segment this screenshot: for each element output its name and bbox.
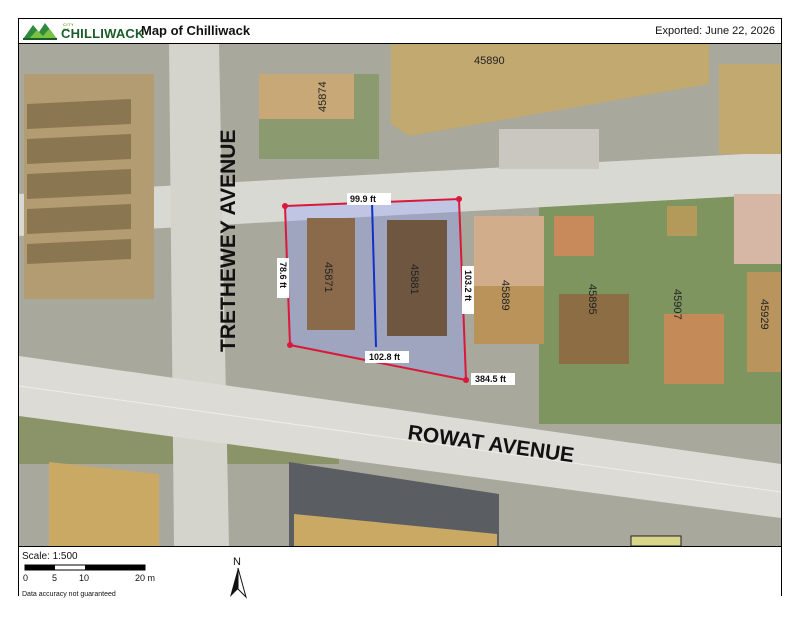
scale-tick-10: 10	[79, 573, 89, 583]
street-label-trethewey: TRETHEWEY AVENUE	[217, 130, 240, 352]
scale-tick-0: 0	[23, 573, 28, 583]
map-title: Map of Chilliwack	[141, 23, 251, 38]
parcel-label-45871: 45871	[322, 262, 334, 293]
city-logo: CITY OF CHILLIWACK	[23, 21, 144, 41]
parcel-label-45929: 45929	[758, 299, 770, 330]
measure-right: 103.2 ft	[463, 270, 473, 301]
north-arrow-icon: N	[230, 556, 247, 599]
parcel-label-45907: 45907	[671, 289, 683, 320]
scale-tick-20: 20 m	[135, 573, 155, 583]
measure-total: 384.5 ft	[475, 374, 506, 384]
logo-name: CHILLIWACK	[61, 26, 145, 41]
measure-bottom: 102.8 ft	[369, 352, 400, 362]
parcel-label-45881: 45881	[408, 264, 420, 295]
map-canvas[interactable]: 45890 45874 45871 45881 45889 45895 4590…	[19, 44, 781, 546]
map-frame: CITY OF CHILLIWACK Map of Chilliwack Exp…	[18, 18, 782, 599]
measure-left: 78.6 ft	[278, 262, 288, 288]
mountain-logo-icon	[23, 23, 57, 40]
parcel-label-45889: 45889	[499, 280, 511, 311]
disclaimer: Data accuracy not guaranteed	[22, 591, 116, 598]
parcel-label-45874: 45874	[317, 81, 329, 112]
map-header: CITY OF CHILLIWACK Map of Chilliwack Exp…	[19, 19, 781, 44]
aerial-map[interactable]: 45890 45874 45871 45881 45889 45895 4590…	[19, 44, 781, 546]
measure-top: 99.9 ft	[350, 194, 376, 204]
scale-ratio: Scale: 1:500	[22, 551, 78, 562]
map-footer: Scale: 1:500 0 5 10 20 m Data accuracy n…	[19, 546, 781, 599]
scale-tick-5: 5	[52, 573, 57, 583]
parcel-label-45890: 45890	[474, 55, 505, 67]
north-label: N	[233, 556, 241, 568]
parcel-label-45895: 45895	[586, 284, 598, 315]
export-date: Exported: June 22, 2026	[655, 25, 775, 37]
scale-bar: 0 5 10 20 m	[23, 564, 155, 583]
